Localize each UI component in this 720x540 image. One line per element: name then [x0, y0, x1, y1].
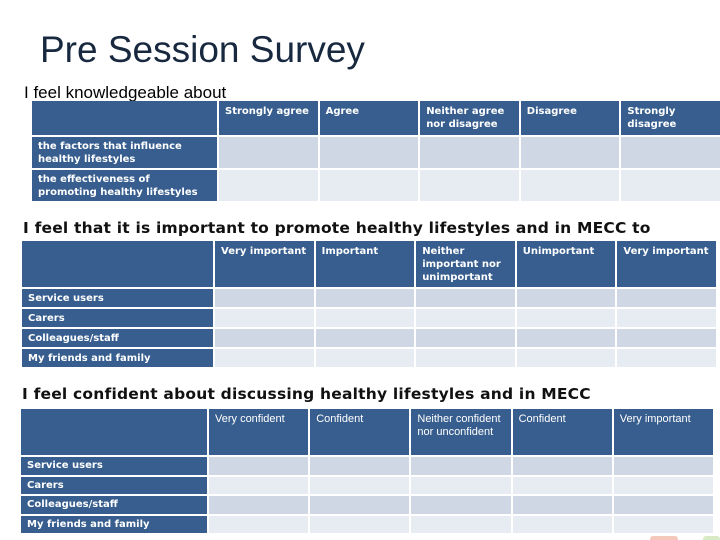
response-cell[interactable]	[215, 309, 314, 327]
column-header-confident-2: Confident	[512, 409, 612, 455]
response-cell[interactable]	[310, 457, 410, 475]
response-cell[interactable]	[315, 289, 415, 307]
table-row: the factors that influence healthy lifes…	[32, 137, 720, 168]
response-cell[interactable]	[512, 457, 612, 475]
response-cell[interactable]	[520, 170, 620, 201]
response-cell[interactable]	[516, 349, 616, 367]
response-cell[interactable]	[516, 329, 616, 347]
response-cell[interactable]	[613, 457, 713, 475]
table-row: Colleagues/staff	[22, 329, 716, 347]
response-cell[interactable]	[310, 496, 410, 514]
row-label: Colleagues/staff	[21, 496, 207, 514]
response-cell[interactable]	[420, 170, 519, 201]
response-cell[interactable]	[416, 329, 515, 347]
table-row: Colleagues/staff	[21, 496, 713, 514]
column-header-very-important: Very important	[215, 241, 314, 287]
column-header-strongly-agree: Strongly agree	[219, 101, 318, 135]
response-cell[interactable]	[411, 515, 511, 533]
table-header-row: Very important Important Neither importa…	[22, 241, 716, 287]
response-cell[interactable]	[219, 137, 318, 168]
response-cell[interactable]	[215, 329, 314, 347]
response-cell[interactable]	[621, 170, 720, 201]
response-cell[interactable]	[315, 329, 415, 347]
table-row: My friends and family	[22, 349, 716, 367]
response-cell[interactable]	[613, 496, 713, 514]
column-header-agree: Agree	[319, 101, 419, 135]
table-row: the effectiveness of promoting healthy l…	[32, 170, 720, 201]
question-2-heading: I feel that it is important to promote h…	[23, 219, 651, 237]
response-cell[interactable]	[617, 349, 716, 367]
response-cell[interactable]	[411, 496, 511, 514]
response-cell[interactable]	[617, 329, 716, 347]
response-cell[interactable]	[512, 496, 612, 514]
response-cell[interactable]	[613, 515, 713, 533]
response-cell[interactable]	[416, 289, 515, 307]
response-cell[interactable]	[416, 349, 515, 367]
response-cell[interactable]	[520, 137, 620, 168]
response-cell[interactable]	[310, 476, 410, 494]
column-header-unimportant: Unimportant	[516, 241, 616, 287]
response-cell[interactable]	[420, 137, 519, 168]
knowledge-survey-table: Strongly agree Agree Neither agree nor d…	[30, 99, 720, 203]
response-cell[interactable]	[416, 309, 515, 327]
row-label: My friends and family	[21, 515, 207, 533]
response-cell[interactable]	[621, 137, 720, 168]
table-row: Service users	[21, 457, 713, 475]
column-header-important: Important	[315, 241, 415, 287]
response-cell[interactable]	[209, 515, 309, 533]
column-header-neither: Neither important nor unimportant	[416, 241, 515, 287]
response-cell[interactable]	[411, 476, 511, 494]
response-cell[interactable]	[516, 309, 616, 327]
response-cell[interactable]	[512, 476, 612, 494]
response-cell[interactable]	[209, 476, 309, 494]
response-cell[interactable]	[319, 137, 419, 168]
table-header-row: Strongly agree Agree Neither agree nor d…	[32, 101, 720, 135]
response-cell[interactable]	[613, 476, 713, 494]
column-header-strongly-disagree: Strongly disagree	[621, 101, 720, 135]
response-cell[interactable]	[219, 170, 318, 201]
response-cell[interactable]	[310, 515, 410, 533]
row-label: Service users	[21, 457, 207, 475]
response-cell[interactable]	[215, 349, 314, 367]
logo-fragment-green	[703, 536, 720, 540]
response-cell[interactable]	[315, 309, 415, 327]
response-cell[interactable]	[516, 289, 616, 307]
column-header-neither: Neither confident nor unconfident	[411, 409, 511, 455]
row-label: Carers	[22, 309, 213, 327]
response-cell[interactable]	[319, 170, 419, 201]
response-cell[interactable]	[215, 289, 314, 307]
row-label: the effectiveness of promoting healthy l…	[32, 170, 217, 201]
column-header-very-important: Very important	[613, 409, 713, 455]
header-corner-cell	[22, 241, 213, 287]
confidence-survey-table: Very confident Confident Neither confide…	[19, 407, 715, 535]
response-cell[interactable]	[617, 289, 716, 307]
column-header-disagree: Disagree	[520, 101, 620, 135]
row-label: Service users	[22, 289, 213, 307]
table-row: My friends and family	[21, 515, 713, 533]
question-3-heading: I feel confident about discussing health…	[22, 385, 591, 403]
column-header-very-confident: Very confident	[209, 409, 309, 455]
row-label: My friends and family	[22, 349, 213, 367]
table-row: Carers	[21, 476, 713, 494]
response-cell[interactable]	[617, 309, 716, 327]
column-header-confident: Confident	[310, 409, 410, 455]
column-header-very-important-2: Very important	[617, 241, 716, 287]
column-header-neither: Neither agree nor disagree	[420, 101, 519, 135]
response-cell[interactable]	[209, 496, 309, 514]
response-cell[interactable]	[315, 349, 415, 367]
slide-title: Pre Session Survey	[40, 29, 365, 70]
response-cell[interactable]	[512, 515, 612, 533]
response-cell[interactable]	[209, 457, 309, 475]
header-corner-cell	[21, 409, 207, 455]
table-header-row: Very confident Confident Neither confide…	[21, 409, 713, 455]
row-label: the factors that influence healthy lifes…	[32, 137, 217, 168]
header-corner-cell	[32, 101, 217, 135]
response-cell[interactable]	[411, 457, 511, 475]
table-row: Service users	[22, 289, 716, 307]
importance-survey-table: Very important Important Neither importa…	[20, 239, 718, 369]
table-row: Carers	[22, 309, 716, 327]
logo-fragment-red	[650, 536, 678, 540]
row-label: Carers	[21, 476, 207, 494]
row-label: Colleagues/staff	[22, 329, 213, 347]
